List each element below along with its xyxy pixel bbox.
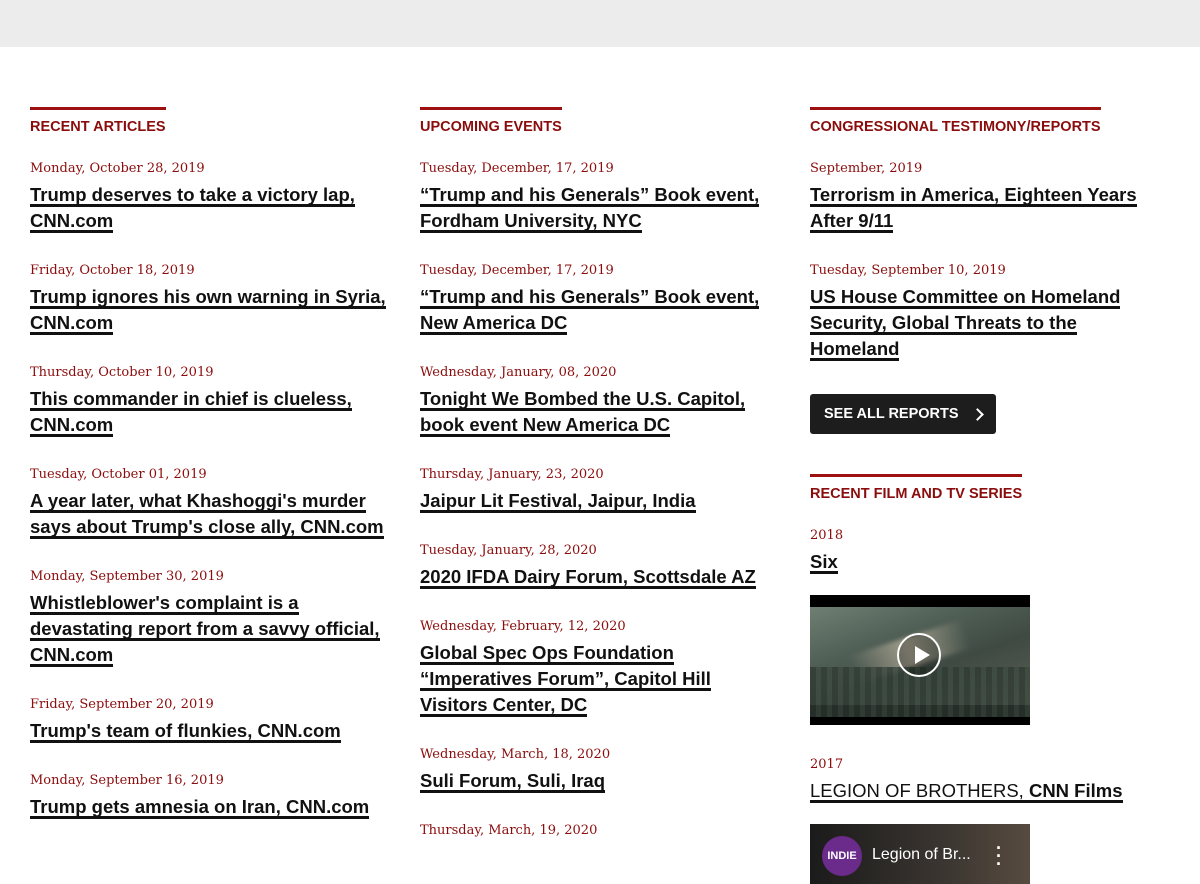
item-title-link[interactable]: Terrorism in America, Eighteen Years (810, 184, 1137, 207)
list-item: Tuesday, January, 28, 2020 2020 IFDA Dair… (420, 543, 780, 590)
list-item: Thursday, March, 19, 2020 (420, 823, 780, 839)
list-item: Tuesday, December, 17, 2019 “Trump and hi… (420, 263, 780, 336)
item-title-link[interactable]: Whistleblower's complaint is a (30, 592, 299, 615)
event-list: Tuesday, December, 17, 2019 “Trump and hi… (420, 161, 780, 839)
item-date: Wednesday, March, 18, 2020 (420, 747, 611, 762)
chevron-right-icon (970, 407, 984, 421)
item-date: Monday, September 16, 2019 (30, 773, 224, 788)
list-item: Thursday, October 10, 2019 This commander… (30, 365, 390, 438)
list-item: Wednesday, January, 08, 2020 Tonight We B… (420, 365, 780, 438)
item-title-link[interactable]: Visitors Center, DC (420, 694, 587, 717)
list-item: September, 2019 Terrorism in America, Eig… (810, 161, 1180, 234)
list-item: Friday, September 20, 2019 Trump's team o… (30, 697, 390, 744)
film-title-network: CNN Films (1028, 780, 1123, 801)
item-title-link[interactable]: Jaipur Lit Festival, Jaipur, India (420, 490, 696, 513)
item-date: Tuesday, December, 17, 2019 (420, 263, 614, 278)
item-title-link[interactable]: Suli Forum, Suli, Iraq (420, 770, 605, 793)
reports-column: CONGRESSIONAL TESTIMONY/REPORTS Septembe… (810, 107, 1180, 884)
list-item: Monday, October 28, 2019 Trump deserves t… (30, 161, 390, 234)
item-date: Monday, September 30, 2019 (30, 569, 224, 584)
section-heading: RECENT FILM AND TV SERIES (810, 474, 1023, 503)
list-item: Tuesday, September 10, 2019 US House Comm… (810, 263, 1180, 362)
recent-articles-column: RECENT ARTICLES Monday, October 28, 2019… (30, 107, 390, 820)
item-title-link[interactable]: Homeland (810, 338, 899, 361)
list-item: Monday, September 16, 2019 Trump gets amn… (30, 773, 390, 820)
item-date: Tuesday, December, 17, 2019 (420, 161, 614, 176)
item-date: Tuesday, January, 28, 2020 (420, 543, 597, 558)
film-item: 2018 Six (810, 528, 1180, 575)
item-date: Monday, October 28, 2019 (30, 161, 205, 176)
item-date: Friday, October 18, 2019 (30, 263, 195, 278)
item-title-link[interactable]: devastating report from a savvy official… (30, 618, 380, 641)
film-title-link[interactable]: LEGION OF BROTHERS, CNN Films (810, 780, 1123, 803)
film-title-text: LEGION OF BROTHERS, (810, 780, 1029, 801)
item-title-link[interactable]: 2020 IFDA Dairy Forum, Scottsdale AZ (420, 566, 756, 589)
item-title-link[interactable]: CNN.com (30, 414, 113, 437)
list-item: Wednesday, February, 12, 2020 Global Spec… (420, 619, 780, 718)
section-heading: CONGRESSIONAL TESTIMONY/REPORTS (810, 107, 1101, 136)
section-heading: RECENT ARTICLES (30, 107, 166, 136)
top-bar (0, 0, 1200, 47)
item-title-link[interactable]: Trump ignores his own warning in Syria, (30, 286, 386, 309)
item-date: Tuesday, September 10, 2019 (810, 263, 1006, 278)
item-title-link[interactable]: CNN.com (30, 312, 113, 335)
item-date: Wednesday, February, 12, 2020 (420, 619, 626, 634)
list-item: Friday, October 18, 2019 Trump ignores hi… (30, 263, 390, 336)
youtube-embed[interactable]: INDIE Legion of Br... · · · (810, 824, 1030, 884)
item-title-link[interactable]: Security, Global Threats to the (810, 312, 1077, 335)
item-title-link[interactable]: says about Trump's close ally, CNN.com (30, 516, 384, 539)
see-all-reports-button[interactable]: SEE ALL REPORTS (810, 394, 996, 434)
item-title-link[interactable]: US House Committee on Homeland (810, 286, 1120, 309)
item-title-link[interactable]: After 9/11 (810, 210, 893, 233)
item-date: September, 2019 (810, 161, 923, 176)
article-list: Monday, October 28, 2019 Trump deserves t… (30, 161, 390, 820)
film-year: 2018 (810, 528, 844, 543)
item-title-link[interactable]: Trump's team of flunkies, CNN.com (30, 720, 341, 743)
item-title-link[interactable]: Trump deserves to take a victory lap, (30, 184, 355, 207)
item-title-link[interactable]: Global Spec Ops Foundation (420, 642, 674, 665)
list-item: Tuesday, October 01, 2019 A year later, w… (30, 467, 390, 540)
item-title-link[interactable]: This commander in chief is clueless, (30, 388, 352, 411)
channel-logo: INDIE (822, 836, 862, 876)
list-item: Monday, September 30, 2019 Whistleblower'… (30, 569, 390, 668)
item-date: Thursday, March, 19, 2020 (420, 823, 598, 838)
list-item: Wednesday, March, 18, 2020 Suli Forum, Su… (420, 747, 780, 794)
film-item: 2017 LEGION OF BROTHERS, CNN Films (810, 757, 1180, 804)
item-title-link[interactable]: “Trump and his Generals” Book event, (420, 184, 759, 207)
item-title-link[interactable]: Fordham University, NYC (420, 210, 642, 233)
video-title: Legion of Br... (872, 846, 971, 863)
upcoming-events-column: UPCOMING EVENTS Tuesday, December, 17, 2… (420, 107, 780, 839)
play-icon[interactable] (897, 633, 941, 677)
item-title-link[interactable]: book event New America DC (420, 414, 670, 437)
item-date: Thursday, October 10, 2019 (30, 365, 214, 380)
item-date: Friday, September 20, 2019 (30, 697, 214, 712)
film-year: 2017 (810, 757, 844, 772)
report-list: September, 2019 Terrorism in America, Eig… (810, 161, 1180, 362)
item-title-link[interactable]: “Trump and his Generals” Book event, (420, 286, 759, 309)
item-title-link[interactable]: Tonight We Bombed the U.S. Capitol, (420, 388, 745, 411)
video-player[interactable] (810, 595, 1030, 725)
item-date: Tuesday, October 01, 2019 (30, 467, 207, 482)
more-options-icon[interactable]: · · · (996, 839, 1002, 873)
item-date: Wednesday, January, 08, 2020 (420, 365, 617, 380)
list-item: Tuesday, December, 17, 2019 “Trump and hi… (420, 161, 780, 234)
item-title-link[interactable]: Trump gets amnesia on Iran, CNN.com (30, 796, 369, 819)
item-date: Thursday, January, 23, 2020 (420, 467, 604, 482)
item-title-link[interactable]: “Imperatives Forum”, Capitol Hill (420, 668, 711, 691)
section-heading: UPCOMING EVENTS (420, 107, 562, 136)
item-title-link[interactable]: A year later, what Khashoggi's murder (30, 490, 366, 513)
item-title-link[interactable]: New America DC (420, 312, 567, 335)
list-item: Thursday, January, 23, 2020 Jaipur Lit Fe… (420, 467, 780, 514)
button-label: SEE ALL REPORTS (824, 406, 959, 422)
film-title-link[interactable]: Six (810, 551, 838, 574)
item-title-link[interactable]: CNN.com (30, 644, 113, 667)
item-title-link[interactable]: CNN.com (30, 210, 113, 233)
